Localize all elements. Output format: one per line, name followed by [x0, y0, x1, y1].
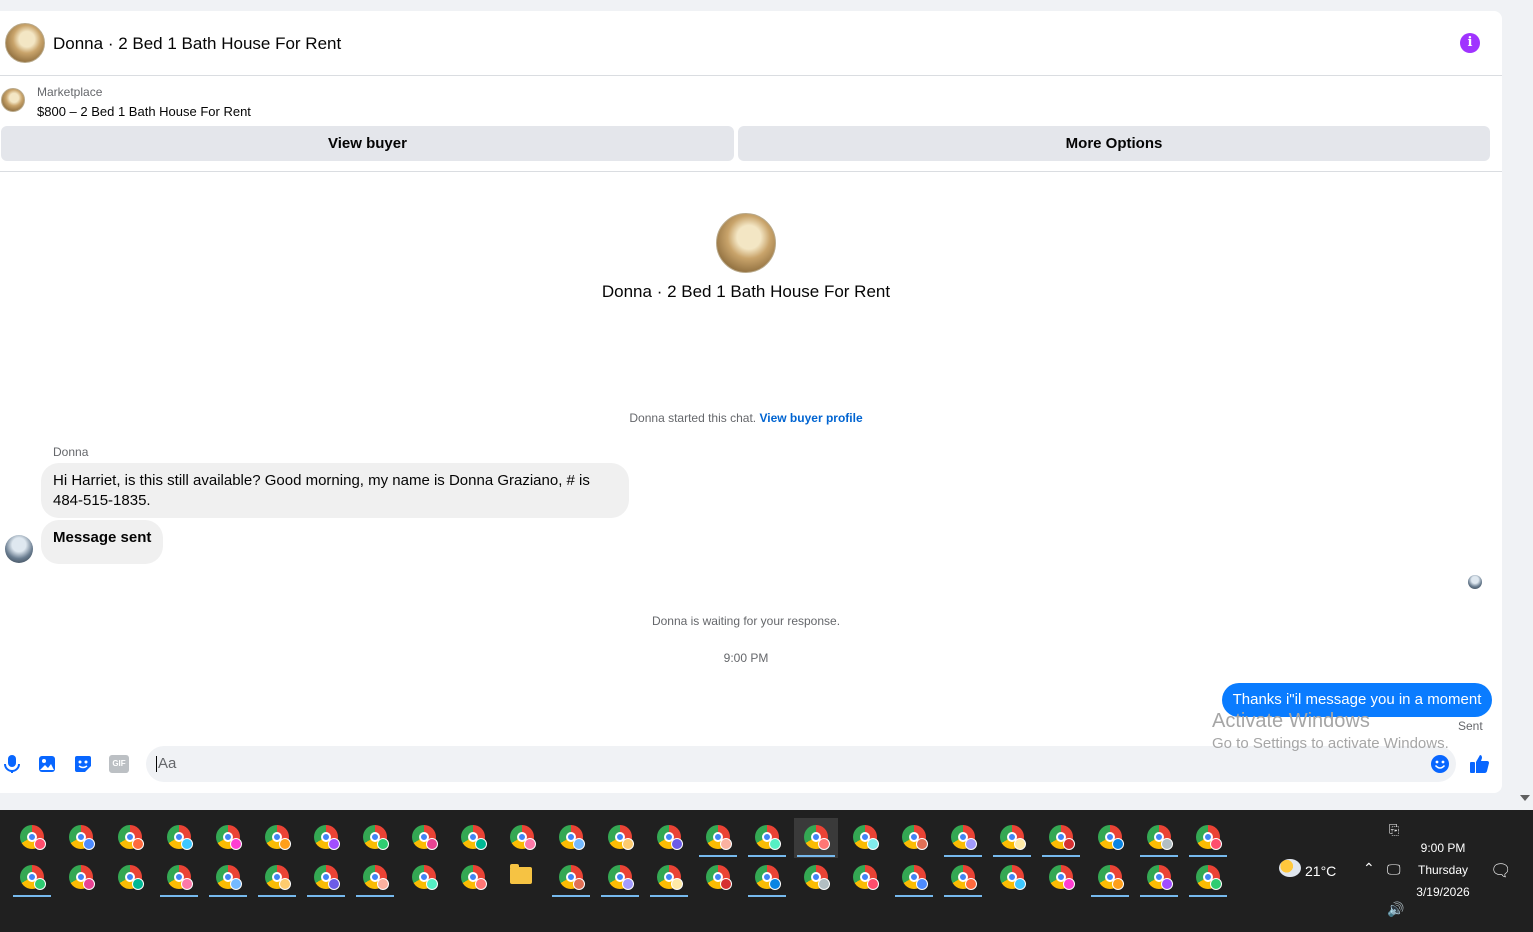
- chrome-icon[interactable]: [990, 818, 1034, 858]
- chrome-icon[interactable]: [647, 858, 691, 898]
- message-status: Sent: [1458, 719, 1483, 733]
- chrome-icon[interactable]: [941, 818, 985, 858]
- volume-icon[interactable]: 🔊: [1387, 901, 1404, 918]
- sender-avatar: [5, 535, 33, 563]
- chrome-icon[interactable]: [255, 858, 299, 898]
- message-timestamp: 9:00 PM: [723, 651, 769, 665]
- weather-temperature[interactable]: 21°C: [1305, 863, 1336, 879]
- chrome-icon[interactable]: [696, 858, 740, 898]
- chrome-icon[interactable]: [990, 858, 1034, 898]
- chrome-icon[interactable]: [1137, 858, 1181, 898]
- chrome-icon[interactable]: [598, 858, 642, 898]
- chrome-icon[interactable]: [59, 818, 103, 858]
- chrome-icon[interactable]: [304, 858, 348, 898]
- chrome-icon[interactable]: [451, 818, 495, 858]
- chrome-icon[interactable]: [157, 818, 201, 858]
- notification-center-icon[interactable]: 🗨: [1490, 861, 1512, 881]
- info-icon[interactable]: i: [1460, 33, 1480, 53]
- divider: [0, 171, 1502, 172]
- read-receipt-avatar: [1468, 575, 1482, 589]
- chat-intro-title: Donna · 2 Bed 1 Bath House For Rent: [601, 282, 891, 301]
- like-icon[interactable]: [1469, 753, 1491, 775]
- chrome-icon[interactable]: [1088, 858, 1132, 898]
- sender-name: Donna: [53, 445, 89, 459]
- chrome-icon[interactable]: [157, 858, 201, 898]
- chrome-icon[interactable]: [843, 858, 887, 898]
- more-options-button[interactable]: More Options: [738, 126, 1490, 161]
- chrome-icon[interactable]: [353, 818, 397, 858]
- chat-started-notice: Donna started this chat. View buyer prof…: [446, 411, 1046, 425]
- incoming-message[interactable]: Message sent: [41, 520, 164, 564]
- chat-intro-avatar: [716, 213, 776, 273]
- listing-price-title: $800 – 2 Bed 1 Bath House For Rent: [37, 104, 251, 119]
- chrome-icon[interactable]: [353, 858, 397, 898]
- meet-now-icon[interactable]: ⎘: [1389, 822, 1399, 838]
- chrome-icon[interactable]: [206, 858, 250, 898]
- view-buyer-button[interactable]: View buyer: [1, 126, 734, 161]
- chrome-icon[interactable]: [549, 858, 593, 898]
- clock-day[interactable]: Thursday: [1415, 863, 1471, 877]
- message-input-placeholder: Aa: [158, 755, 177, 772]
- chat-header: Donna · 2 Bed 1 Bath House For Rent i: [0, 11, 1502, 76]
- activate-windows-title: Activate Windows: [1212, 710, 1370, 732]
- clock-date[interactable]: 3/19/2026: [1411, 885, 1475, 899]
- chrome-icon[interactable]: [1088, 818, 1132, 858]
- view-buyer-profile-link[interactable]: View buyer profile: [759, 411, 862, 425]
- chrome-icon[interactable]: [1039, 858, 1083, 898]
- conversation-avatar[interactable]: [5, 23, 45, 63]
- chrome-icon[interactable]: [451, 858, 495, 898]
- gif-icon[interactable]: GIF: [109, 755, 129, 773]
- sticker-icon[interactable]: [73, 754, 93, 774]
- image-icon[interactable]: [37, 754, 57, 774]
- chrome-icon[interactable]: [500, 818, 544, 858]
- network-icon[interactable]: 🖵: [1387, 861, 1401, 878]
- microphone-icon[interactable]: [2, 754, 22, 774]
- chrome-icon[interactable]: [10, 818, 54, 858]
- chrome-icon[interactable]: [598, 818, 642, 858]
- emoji-icon[interactable]: [1430, 754, 1450, 774]
- chrome-icon[interactable]: [255, 818, 299, 858]
- chat-panel: Donna · 2 Bed 1 Bath House For Rent i Ma…: [0, 11, 1502, 793]
- chrome-icon[interactable]: [549, 818, 593, 858]
- chrome-icon[interactable]: [108, 818, 152, 858]
- chrome-icon[interactable]: [304, 818, 348, 858]
- waiting-notice: Donna is waiting for your response.: [651, 614, 841, 628]
- chrome-icon[interactable]: [402, 858, 446, 898]
- chrome-icon[interactable]: [696, 818, 740, 858]
- chrome-icon[interactable]: [206, 818, 250, 858]
- chrome-icon[interactable]: [941, 858, 985, 898]
- chrome-icon[interactable]: [10, 858, 54, 898]
- clock-time[interactable]: 9:00 PM: [1415, 841, 1471, 855]
- chrome-icon[interactable]: [892, 858, 936, 898]
- listing-thumbnail: [1, 88, 25, 112]
- windows-taskbar: ⎘ 21°C ⌃ 🖵 🔊 9:00 PM Thursday 3/19/2026 …: [0, 810, 1533, 932]
- chrome-icon[interactable]: [745, 818, 789, 858]
- incoming-message[interactable]: Hi Harriet, is this still available? Goo…: [41, 463, 629, 518]
- marketplace-label: Marketplace: [37, 85, 103, 99]
- chrome-icon[interactable]: [745, 858, 789, 898]
- activate-windows-subtitle: Go to Settings to activate Windows.: [1212, 735, 1449, 752]
- chrome-icon[interactable]: [1186, 858, 1230, 898]
- conversation-title[interactable]: Donna · 2 Bed 1 Bath House For Rent: [53, 34, 341, 54]
- chrome-icon[interactable]: [647, 818, 691, 858]
- chrome-icon[interactable]: [108, 858, 152, 898]
- chrome-icon[interactable]: [1137, 818, 1181, 858]
- page-scrollbar[interactable]: [1513, 0, 1533, 810]
- chrome-icon[interactable]: [843, 818, 887, 858]
- chrome-icon[interactable]: [1186, 818, 1230, 858]
- file-explorer-icon[interactable]: [500, 858, 544, 898]
- chrome-icon[interactable]: [1039, 818, 1083, 858]
- scroll-down-arrow-icon[interactable]: [1520, 795, 1530, 801]
- chevron-up-icon[interactable]: ⌃: [1363, 860, 1375, 877]
- chrome-icon[interactable]: [402, 818, 446, 858]
- chrome-icon[interactable]: [892, 818, 936, 858]
- chrome-icon[interactable]: [59, 858, 103, 898]
- weather-icon[interactable]: [1279, 859, 1301, 877]
- chrome-icon[interactable]: [794, 858, 838, 898]
- chat-started-text: Donna started this chat.: [629, 411, 757, 425]
- chrome-icon[interactable]: [794, 818, 838, 858]
